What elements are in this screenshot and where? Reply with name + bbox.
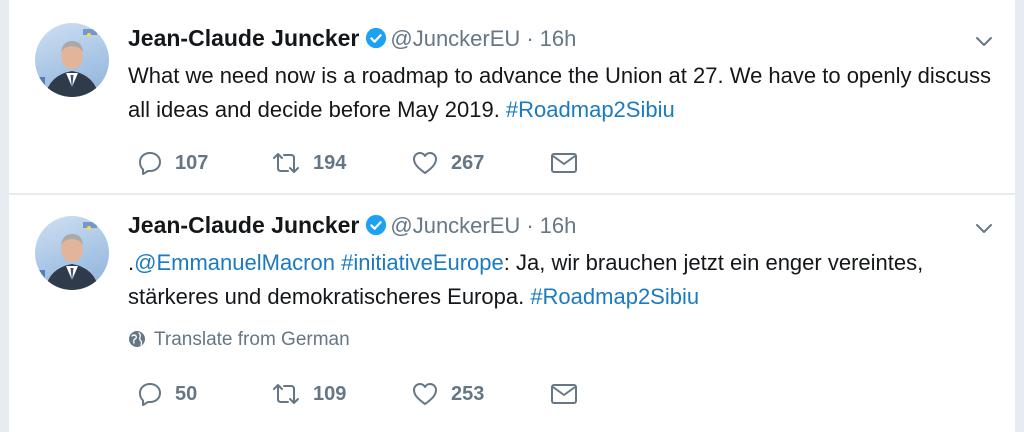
direct-message-button[interactable] xyxy=(550,148,578,178)
reply-button[interactable]: 50 xyxy=(137,379,197,409)
chevron-down-icon[interactable] xyxy=(975,223,993,235)
retweet-icon xyxy=(273,384,299,404)
like-count: 267 xyxy=(451,151,485,174)
tweet-header: Jean-Claude Juncker @JunckerEU · 16h xyxy=(128,212,576,242)
direct-message-icon xyxy=(551,153,577,173)
author-handle[interactable]: @JunckerEU xyxy=(390,213,520,238)
direct-message-button[interactable] xyxy=(550,379,578,409)
reply-icon xyxy=(139,383,161,406)
translate-label: Translate from German xyxy=(154,329,350,350)
retweet-button[interactable]: 109 xyxy=(271,379,346,409)
reply-count: 50 xyxy=(175,382,198,405)
like-icon xyxy=(413,152,437,174)
like-icon xyxy=(413,383,437,405)
retweet-icon xyxy=(273,153,299,173)
like-count: 253 xyxy=(451,382,485,405)
hashtag-link[interactable]: #Roadmap2Sibiu xyxy=(530,284,699,309)
mention-link[interactable]: @EmmanuelMacron xyxy=(134,250,335,275)
tweet-card[interactable]: Jean-Claude Juncker @JunckerEU · 16h What w… xyxy=(9,0,1015,193)
direct-message-icon xyxy=(551,384,577,404)
retweet-count: 109 xyxy=(313,382,347,405)
tweet-header: Jean-Claude Juncker @JunckerEU · 16h xyxy=(128,25,576,55)
separator-dot: · xyxy=(526,213,534,238)
verified-badge-icon xyxy=(366,214,387,236)
verified-badge-icon xyxy=(366,27,387,49)
like-button[interactable]: 267 xyxy=(411,148,484,178)
tweet-card[interactable]: Jean-Claude Juncker @JunckerEU · 16h .@Emma… xyxy=(9,195,1015,432)
author-handle[interactable]: @JunckerEU xyxy=(390,26,520,51)
like-button[interactable]: 253 xyxy=(411,379,484,409)
avatar[interactable] xyxy=(35,23,109,97)
tweet-actions: 50 109 253 xyxy=(128,379,628,409)
retweet-count: 194 xyxy=(313,151,347,174)
tweet-actions: 107 194 267 xyxy=(128,148,628,178)
tweet-timestamp[interactable]: 16h xyxy=(540,213,577,238)
retweet-button[interactable]: 194 xyxy=(271,148,346,178)
author-name[interactable]: Jean-Claude Juncker xyxy=(128,212,359,238)
tweet-text: .@EmmanuelMacron #initiativeEurope: Ja, … xyxy=(128,246,998,314)
reply-count: 107 xyxy=(175,151,209,174)
author-name[interactable]: Jean-Claude Juncker xyxy=(128,25,359,51)
reply-icon xyxy=(139,152,161,175)
tweet-timestamp[interactable]: 16h xyxy=(540,26,577,51)
hashtag-link[interactable]: #Roadmap2Sibiu xyxy=(506,97,675,122)
avatar[interactable] xyxy=(35,216,109,290)
separator-dot: · xyxy=(526,26,534,51)
tweet-text: What we need now is a roadmap to advance… xyxy=(128,59,998,127)
globe-icon xyxy=(129,331,145,347)
reply-button[interactable]: 107 xyxy=(137,148,208,178)
translate-link[interactable]: Translate from German xyxy=(128,329,350,351)
hashtag-link[interactable]: #initiativeEurope xyxy=(341,250,504,275)
chevron-down-icon[interactable] xyxy=(975,36,993,48)
